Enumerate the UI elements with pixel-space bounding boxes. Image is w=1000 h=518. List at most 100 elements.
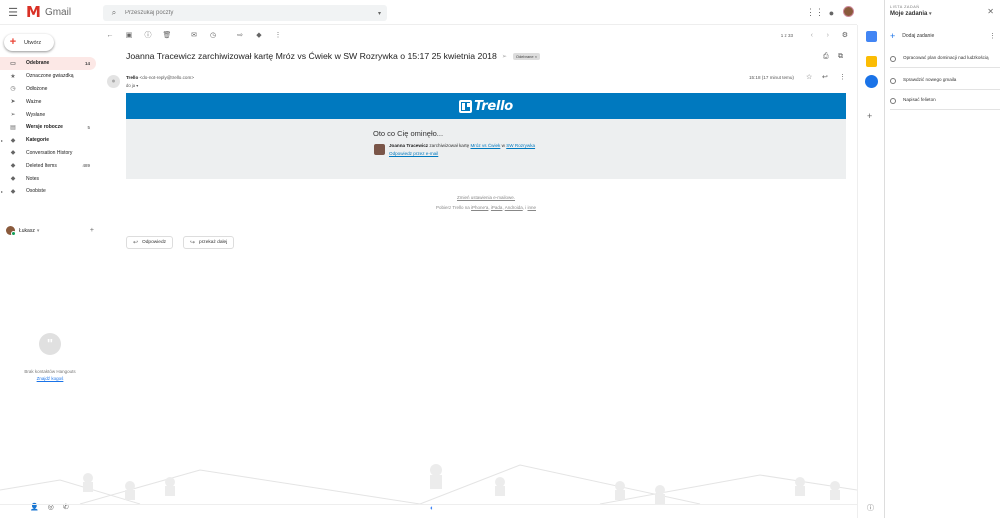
sidebar-item-odebrane[interactable]: ▭ Odebrane 14 bbox=[0, 57, 96, 70]
more-vert-icon[interactable]: ⋮ bbox=[839, 73, 846, 81]
sidebar-item-wysłane[interactable]: ➢ Wysłane bbox=[0, 108, 96, 121]
notifications-icon[interactable]: ● bbox=[823, 8, 840, 18]
label-icon: ◆ bbox=[10, 150, 16, 157]
account-avatar[interactable] bbox=[840, 6, 857, 19]
theme-badge-icon[interactable]: ◐ bbox=[430, 505, 434, 512]
expand-arrow-icon[interactable]: ▸ bbox=[1, 189, 3, 194]
sidebar-item-deleted-items[interactable]: ◆ Deleted Items 489 bbox=[0, 159, 96, 172]
sidebar-item-oznaczone-gwiazdką[interactable]: ★ Oznaczone gwiazdką bbox=[0, 70, 96, 83]
task-checkbox-icon[interactable] bbox=[890, 56, 896, 62]
card-link[interactable]: Mróz vs Ćwiek bbox=[470, 143, 500, 148]
add-task-plus-icon: + bbox=[890, 31, 896, 41]
trello-wordmark: Trello bbox=[474, 98, 513, 114]
print-icon[interactable]: ⎙ bbox=[823, 53, 829, 61]
tasks-icon[interactable] bbox=[865, 75, 878, 88]
trello-board-icon bbox=[459, 99, 473, 113]
top-bar: ☰ M Gmail ⌕ ▾ ⋮⋮ ● bbox=[0, 0, 857, 25]
add-task-button[interactable]: + Dodaj zadanie ⋮ bbox=[890, 31, 996, 41]
open-new-window-icon[interactable]: ⧉ bbox=[838, 53, 843, 61]
side-panel-icons: + ⓘ bbox=[857, 25, 884, 518]
compose-button[interactable]: + Utwórz bbox=[4, 34, 54, 51]
task-checkbox-icon[interactable] bbox=[890, 98, 896, 104]
recipient-line[interactable]: do ja ▾ bbox=[126, 83, 138, 88]
main-menu-icon[interactable]: ☰ bbox=[2, 0, 24, 25]
other-platforms-link[interactable]: inne bbox=[527, 205, 536, 210]
prev-icon[interactable]: ‹ bbox=[811, 32, 813, 39]
more-vert-icon[interactable]: ⋮ bbox=[271, 31, 285, 39]
iphone-link[interactable]: iPhone'a bbox=[471, 205, 488, 210]
sender-email: <do-not-reply@trello.com> bbox=[139, 75, 194, 80]
sidebar-item-kategorie[interactable]: ▸ ◆ Kategorie bbox=[0, 134, 96, 147]
gmail-m-icon: M bbox=[26, 2, 41, 21]
gmail-logo[interactable]: M Gmail bbox=[26, 2, 71, 21]
reply-icon[interactable]: ↩ bbox=[822, 73, 828, 81]
trello-logo[interactable]: Trello bbox=[459, 99, 513, 114]
sidebar-item-label: Wysłane bbox=[26, 111, 46, 118]
reply-button[interactable]: ↩ Odpowiedz bbox=[126, 236, 174, 249]
calendar-icon[interactable] bbox=[866, 31, 877, 42]
task-title: Sprawdzić nowego gmaila bbox=[903, 77, 957, 82]
forward-button[interactable]: ↪ przekaż dalej bbox=[183, 236, 235, 249]
important-marker-icon[interactable]: ➢ bbox=[502, 53, 507, 60]
info-icon[interactable]: ⓘ bbox=[867, 503, 874, 513]
more-vert-icon[interactable]: ⋮ bbox=[989, 32, 996, 40]
task-item[interactable]: Napisać felieton bbox=[890, 94, 1000, 110]
settings-gear-icon[interactable]: ⚙ bbox=[842, 31, 848, 39]
sidebar-item-count: 489 bbox=[82, 163, 90, 169]
back-arrow-icon[interactable]: ← bbox=[103, 32, 117, 39]
move-to-icon[interactable]: ⇨ bbox=[233, 31, 247, 39]
labels-icon[interactable]: ◆ bbox=[252, 31, 266, 39]
apps-grid-icon[interactable]: ⋮⋮ bbox=[806, 7, 824, 18]
close-icon[interactable]: ✕ bbox=[987, 7, 994, 16]
add-task-label: Dodaj zadanie bbox=[902, 33, 935, 39]
report-spam-icon[interactable]: ⓘ bbox=[141, 30, 155, 40]
add-addon-icon[interactable]: + bbox=[867, 111, 872, 121]
tasks-panel: LISTA ZADAŃ Moje zadania ▾ ✕ + Dodaj zad… bbox=[884, 0, 1000, 518]
inbox-label-chip[interactable]: Odebrane × bbox=[512, 52, 541, 60]
keep-icon[interactable] bbox=[866, 56, 877, 67]
task-title: Opracować plan dominacji nad ludzkością bbox=[903, 55, 989, 60]
add-contact-icon[interactable]: + bbox=[90, 227, 94, 234]
task-item[interactable]: Sprawdzić nowego gmaila bbox=[890, 74, 1000, 90]
ipad-link[interactable]: iPada bbox=[491, 205, 503, 210]
trello-header-bar: Trello bbox=[126, 93, 846, 119]
email-subject: Joanna Tracewicz zarchiwizował kartę Mró… bbox=[126, 51, 497, 61]
mark-unread-icon[interactable]: ✉ bbox=[187, 31, 201, 39]
label-icon: ◆ bbox=[10, 176, 16, 183]
sidebar-item-ważne[interactable]: ➤ Ważne bbox=[0, 95, 96, 108]
sidebar-item-label: Notes bbox=[26, 175, 40, 182]
reply-icon: ↩ bbox=[133, 240, 139, 246]
android-link[interactable]: Androida bbox=[505, 205, 523, 210]
search-bar[interactable]: ⌕ ▾ bbox=[103, 5, 387, 21]
task-checkbox-icon[interactable] bbox=[890, 78, 896, 84]
search-icon[interactable]: ⌕ bbox=[103, 8, 125, 18]
next-icon[interactable]: › bbox=[827, 32, 829, 39]
sender-avatar[interactable]: ● bbox=[107, 75, 120, 88]
expand-arrow-icon[interactable]: ▸ bbox=[1, 138, 3, 143]
sidebar-item-conversation-history[interactable]: ◆ Conversation History bbox=[0, 147, 96, 160]
sender-name[interactable]: Trello bbox=[126, 75, 138, 80]
hangouts-user[interactable]: Łukasz ▾ + bbox=[6, 226, 94, 236]
email-settings-link[interactable]: Zmień ustawienia e-mailowe. bbox=[126, 195, 846, 200]
email-subject-row: Joanna Tracewicz zarchiwizował kartę Mró… bbox=[126, 51, 541, 61]
reply-by-email-link[interactable]: Odpowiedz przez e-mail bbox=[389, 151, 438, 156]
delete-icon[interactable]: 🗑 bbox=[160, 31, 174, 39]
sidebar-item-osobiste[interactable]: ▸ ◆ Osobiste bbox=[0, 185, 96, 198]
user-status-caret-icon[interactable]: ▾ bbox=[37, 228, 40, 234]
board-link[interactable]: SW Rozrywka bbox=[506, 143, 535, 148]
search-options-icon[interactable]: ▾ bbox=[378, 10, 381, 17]
find-someone-link[interactable]: Znajdź kogoś bbox=[0, 376, 100, 381]
sidebar-item-notes[interactable]: ◆ Notes bbox=[0, 172, 96, 185]
sidebar-item-odłożone[interactable]: ◷ Odłożone bbox=[0, 83, 96, 96]
search-input[interactable] bbox=[125, 10, 355, 16]
task-item[interactable]: Opracować plan dominacji nad ludzkością bbox=[890, 52, 1000, 68]
star-icon[interactable]: ☆ bbox=[806, 73, 812, 81]
bottom-tray bbox=[0, 504, 857, 518]
user-avatar bbox=[6, 226, 16, 236]
task-list-selector[interactable]: Moje zadania ▾ bbox=[890, 11, 932, 17]
snooze-icon[interactable]: ◷ bbox=[206, 31, 220, 39]
archive-icon[interactable]: ▣ bbox=[122, 31, 136, 39]
label-icon: ◆ bbox=[10, 188, 16, 195]
compose-plus-icon: + bbox=[9, 36, 17, 48]
sidebar-item-wersje-robocze[interactable]: ▤ Wersje robocze 5 bbox=[0, 121, 96, 134]
